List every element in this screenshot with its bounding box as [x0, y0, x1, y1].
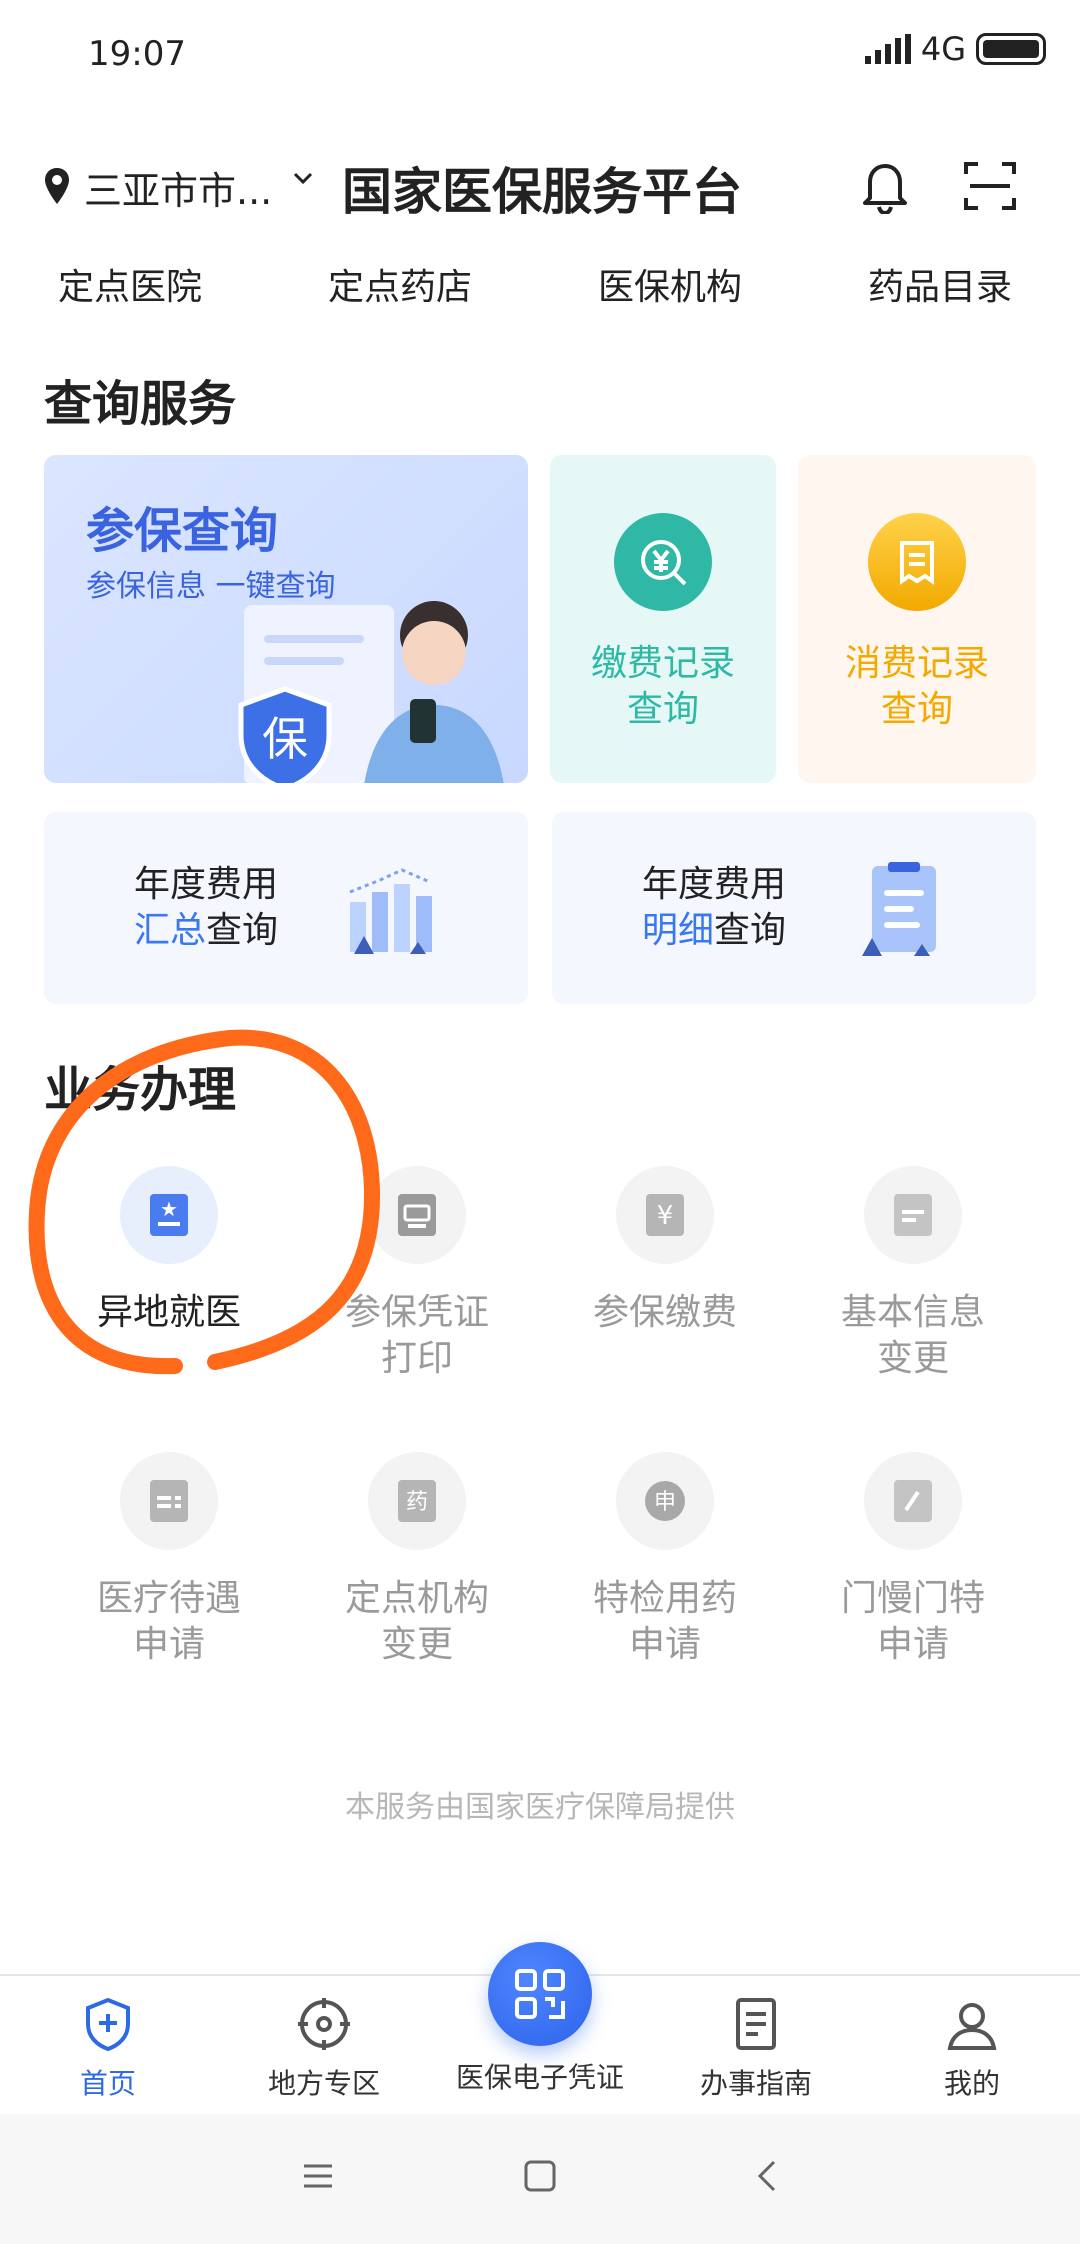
annotation-circle	[28, 1029, 381, 1375]
target-icon	[298, 1998, 350, 2050]
spending-record-line2: 查询	[880, 689, 953, 730]
biz-chronic-special-disease-apply[interactable]: 门慢门特 申请	[808, 1452, 1018, 1668]
top-nav-agency[interactable]: 医保机构	[598, 258, 742, 310]
pharmacy-icon: 药	[368, 1452, 466, 1550]
tab-label: 我的	[943, 2067, 1000, 2100]
svg-text:申: 申	[654, 1490, 676, 1515]
tab-label: 办事指南	[699, 2067, 812, 2100]
clipboard-icon	[862, 862, 936, 956]
qr-code-icon	[515, 1969, 565, 2019]
biz-label: 定点机构	[344, 1578, 489, 1619]
annual-detail-card[interactable]: 年度费用 明细查询	[552, 812, 1036, 1004]
app-title: 国家医保服务平台	[342, 163, 742, 221]
svg-text:¥: ¥	[657, 1201, 674, 1231]
home-square-icon[interactable]	[522, 2158, 558, 2194]
user-icon	[947, 2003, 997, 2050]
biz-insurance-certificate-print[interactable]: 参保凭证 打印	[312, 1166, 522, 1382]
remote-medical-icon: ★	[120, 1166, 218, 1264]
biz-label-2: 打印	[380, 1338, 453, 1379]
home-shield-icon	[86, 1997, 130, 2052]
biz-basic-info-change[interactable]: 基本信息 变更	[808, 1166, 1018, 1382]
svg-text:保: 保	[262, 712, 308, 766]
footer-note: 本服务由国家医疗保障局提供	[345, 1790, 735, 1825]
top-nav-pharmacy[interactable]: 定点药店	[328, 258, 472, 310]
insurance-query-card[interactable]: 参保查询 参保信息 一键查询 保	[44, 455, 528, 783]
yen-search-icon	[614, 513, 712, 611]
status-indicators: 4G	[864, 30, 1046, 68]
biz-label: 参保凭证	[344, 1292, 489, 1333]
system-nav-bar	[0, 2114, 1080, 2244]
tab-guide[interactable]: 办事指南	[656, 1996, 856, 2102]
biz-label: 医疗待遇	[96, 1578, 241, 1619]
biz-special-exam-drug-apply[interactable]: 申 特检用药 申请	[560, 1452, 770, 1668]
biz-label-2: 变更	[876, 1338, 949, 1379]
top-nav-hospital[interactable]: 定点医院	[58, 258, 202, 310]
biz-insurance-payment[interactable]: ¥ 参保缴费	[560, 1166, 770, 1336]
business-section-title: 业务办理	[44, 1062, 237, 1118]
back-icon[interactable]	[750, 2158, 786, 2194]
status-time: 19:07	[88, 34, 186, 74]
chevron-down-icon[interactable]	[292, 170, 314, 190]
svg-text:★: ★	[160, 1197, 178, 1221]
payment-record-card[interactable]: 缴费记录 查询	[550, 455, 776, 783]
biz-label-2: 变更	[380, 1624, 453, 1665]
svg-text:药: 药	[406, 1490, 428, 1515]
annual-summary-line1: 年度费用	[134, 864, 279, 905]
menu-icon[interactable]	[300, 2158, 336, 2194]
scan-icon[interactable]	[962, 158, 1018, 218]
biz-designated-institution-change[interactable]: 药 定点机构 变更	[312, 1452, 522, 1668]
insurance-query-title: 参保查询	[86, 503, 279, 559]
top-nav: 定点医院 定点药店 医保机构 药品目录	[0, 258, 1080, 318]
biz-medical-treatment-apply[interactable]: 医疗待遇 申请	[64, 1452, 274, 1668]
biz-label-2: 申请	[132, 1624, 205, 1665]
treatment-apply-icon	[120, 1452, 218, 1550]
annual-detail-highlight: 明细	[642, 910, 715, 951]
insurance-shield-icon: 保	[238, 686, 332, 783]
signal-icon	[864, 34, 911, 64]
tab-e-certificate[interactable]: 医保电子凭证	[440, 2056, 640, 2096]
biz-label: 参保缴费	[592, 1292, 737, 1333]
document-icon	[736, 1998, 776, 2050]
biz-label: 异地就医	[96, 1292, 241, 1333]
qr-code-button[interactable]	[488, 1942, 592, 2046]
payment-record-line1: 缴费记录	[590, 643, 735, 684]
edit-doc-icon	[864, 1452, 962, 1550]
bell-icon[interactable]	[858, 158, 912, 218]
biz-label: 特检用药	[592, 1578, 737, 1619]
annual-detail-rest: 查询	[714, 910, 787, 951]
battery-icon	[976, 33, 1046, 65]
biz-label-2: 申请	[876, 1624, 949, 1665]
location-pin-icon[interactable]	[42, 166, 72, 210]
certificate-print-icon	[368, 1166, 466, 1264]
tab-label: 地方专区	[267, 2067, 380, 2100]
bar-chart-icon	[349, 868, 432, 954]
annual-summary-rest: 查询	[206, 910, 279, 951]
info-change-icon	[864, 1166, 962, 1264]
spending-record-card[interactable]: 消费记录 查询	[798, 455, 1036, 783]
payment-record-line2: 查询	[626, 689, 699, 730]
yen-icon: ¥	[616, 1166, 714, 1264]
tab-home[interactable]: 首页	[8, 1996, 208, 2102]
annual-summary-highlight: 汇总	[134, 910, 207, 951]
biz-label-2: 申请	[628, 1624, 701, 1665]
receipt-icon	[868, 513, 966, 611]
biz-label: 基本信息	[840, 1292, 985, 1333]
biz-label: 门慢门特	[840, 1578, 985, 1619]
top-nav-drug-catalog[interactable]: 药品目录	[868, 258, 1012, 310]
biz-remote-medical[interactable]: ★ 异地就医	[64, 1166, 274, 1336]
annual-detail-line1: 年度费用	[642, 864, 787, 905]
network-type: 4G	[920, 30, 966, 68]
annual-summary-card[interactable]: 年度费用 汇总查询	[44, 812, 528, 1004]
tab-label: 首页	[79, 2067, 136, 2100]
tab-local-zone[interactable]: 地方专区	[224, 1996, 424, 2102]
apply-icon: 申	[616, 1452, 714, 1550]
tab-label: 医保电子凭证	[455, 2061, 624, 2094]
location-selector[interactable]: 三亚市市...	[84, 160, 272, 215]
query-section-title: 查询服务	[44, 376, 237, 432]
spending-record-line1: 消费记录	[844, 643, 989, 684]
tab-mine[interactable]: 我的	[872, 1996, 1072, 2102]
